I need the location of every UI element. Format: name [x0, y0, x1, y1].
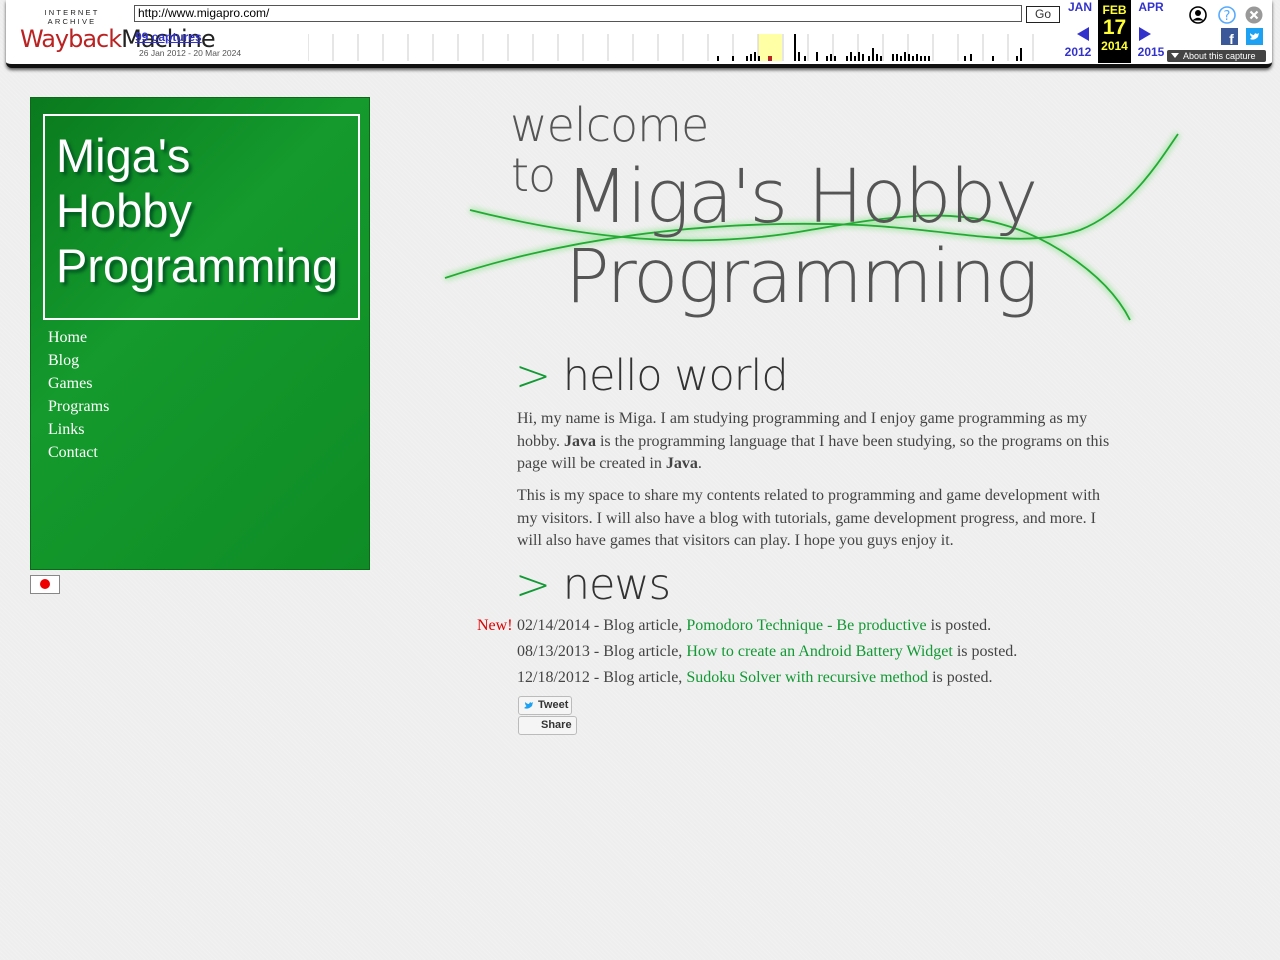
capture-sparkline[interactable] — [308, 34, 1058, 61]
welcome-banner: welcome to Miga's Hobby Programming — [440, 98, 1185, 330]
about-capture-button[interactable]: About this capture — [1167, 50, 1266, 62]
intro-java: Java — [563, 432, 596, 450]
news-link[interactable]: Pomodoro Technique - Be productive — [686, 617, 926, 634]
news-heading-text: news — [562, 560, 671, 610]
wayback-logo[interactable]: INTERNET ARCHIVE WaybackMachine — [20, 8, 216, 53]
intro-java: Java — [665, 455, 698, 472]
url-input[interactable]: http://www.migapro.com/ — [134, 5, 1022, 22]
hello-heading: > hello world — [515, 351, 789, 401]
wayback-toolbar: INTERNET ARCHIVE WaybackMachine http://w… — [6, 0, 1272, 68]
japan-flag-icon[interactable] — [30, 575, 60, 594]
intro-paragraph: Hi, my name is Miga. I am studying progr… — [517, 408, 1117, 476]
about-capture-label: About this capture — [1183, 51, 1256, 61]
nav-blog[interactable]: Blog — [48, 349, 109, 372]
news-item: 08/13/2013 - Blog article, How to create… — [517, 643, 1017, 661]
current-day: 17 — [1102, 16, 1127, 39]
help-icon[interactable]: ? — [1218, 6, 1236, 24]
next-year[interactable]: 2015 — [1135, 45, 1167, 59]
prev-arrow-icon[interactable] — [1077, 27, 1089, 41]
site-title-line: Programming — [56, 239, 339, 292]
main-nav: Home Blog Games Programs Links Contact — [48, 326, 109, 464]
nav-programs[interactable]: Programs — [48, 395, 109, 418]
site-title-line: Miga's — [56, 129, 191, 182]
nav-games[interactable]: Games — [48, 372, 109, 395]
nav-links[interactable]: Links — [48, 418, 109, 441]
tweet-button[interactable]: Tweet — [518, 696, 572, 715]
chevron-down-icon — [1171, 53, 1179, 58]
news-item: 12/18/2012 - Blog article, Sudoku Solver… — [517, 669, 993, 687]
nav-contact[interactable]: Contact — [48, 441, 109, 464]
close-icon[interactable] — [1245, 6, 1263, 24]
svg-text:?: ? — [1224, 9, 1231, 24]
sidebar: Miga's Hobby Programming Home Blog Games… — [30, 97, 370, 570]
site-title[interactable]: Miga's Hobby Programming — [56, 128, 338, 293]
twitter-bird-icon — [524, 702, 533, 709]
heading-arrow: > — [515, 351, 551, 401]
news-link[interactable]: Sudoku Solver with recursive method — [686, 669, 928, 686]
news-suffix: is posted. — [928, 669, 993, 686]
go-button[interactable]: Go — [1026, 6, 1060, 23]
current-year: 2014 — [1101, 39, 1128, 53]
banner-welcome: welcome — [510, 98, 709, 152]
news-suffix: is posted. — [926, 617, 992, 634]
news-date: 02/14/2014 - Blog article, — [517, 617, 687, 634]
news-heading: > news — [515, 560, 671, 610]
facebook-icon[interactable]: f — [1221, 28, 1238, 45]
svg-text:f: f — [1229, 31, 1234, 45]
news-link[interactable]: How to create an Android Battery Widget — [686, 643, 953, 660]
next-arrow-icon[interactable] — [1139, 27, 1151, 41]
space-paragraph: This is my space to share my contents re… — [517, 487, 1100, 549]
site-title-box: Miga's Hobby Programming — [43, 114, 360, 320]
logo-top-text: INTERNET ARCHIVE — [44, 8, 100, 26]
hello-heading-text: hello world — [562, 351, 789, 401]
prev-month[interactable]: JAN — [1066, 0, 1094, 14]
new-badge: New! — [477, 617, 513, 634]
site-title-line: Hobby — [56, 184, 192, 237]
banner-to: to — [511, 148, 556, 202]
next-month[interactable]: APR — [1136, 0, 1166, 14]
share-label: Share — [541, 719, 572, 731]
user-icon[interactable] — [1189, 6, 1207, 24]
nav-home[interactable]: Home — [48, 326, 109, 349]
captures-link[interactable]: 99 captures — [135, 30, 202, 44]
share-button[interactable]: Share — [518, 716, 577, 735]
prev-year[interactable]: 2012 — [1062, 45, 1094, 59]
tweet-label: Tweet — [538, 699, 569, 711]
twitter-icon[interactable] — [1246, 28, 1263, 45]
capture-range: 26 Jan 2012 - 20 Mar 2024 — [139, 48, 242, 58]
news-suffix: is posted. — [952, 643, 1018, 660]
banner-title-line1: Miga's Hobby — [565, 154, 1038, 240]
heading-arrow: > — [515, 560, 551, 610]
news-date: 12/18/2012 - Blog article, — [517, 669, 687, 686]
intro-text: . — [697, 455, 702, 472]
news-item: 02/14/2014 - Blog article, Pomodoro Tech… — [517, 617, 991, 635]
banner-title-line2: Programming — [565, 234, 1039, 320]
news-date: 08/13/2013 - Blog article, — [517, 643, 687, 660]
current-capture-date: FEB 17 2014 — [1098, 0, 1131, 63]
current-month: FEB — [1102, 3, 1127, 17]
intro-text: is the programming language that I have … — [517, 432, 1110, 473]
logo-wayback-text: Wayback — [20, 25, 122, 53]
